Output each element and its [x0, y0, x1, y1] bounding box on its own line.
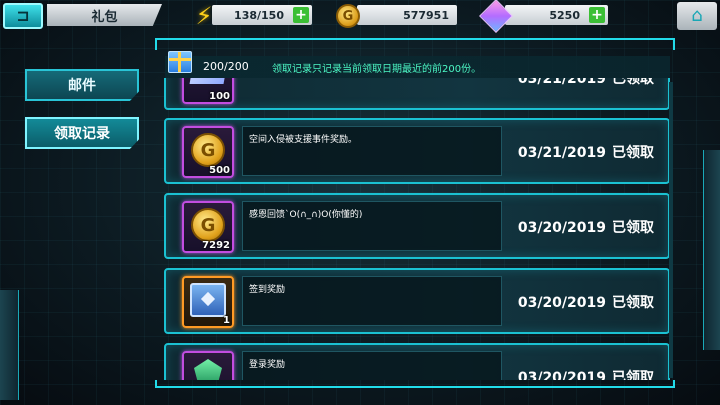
tab-mail-label: 邮件 — [68, 78, 96, 94]
item-quantity: 7292 — [202, 240, 230, 251]
records-list[interactable]: 100 03/21/2019 已领取 G 500 空间入侵被支援事件奖励。 03/… — [160, 78, 675, 380]
gold-coin-icon: G — [191, 133, 225, 167]
claim-status: 03/20/2019 已领取 — [518, 367, 654, 380]
claimed-label: 已领取 — [612, 145, 654, 161]
record-description: 空间入侵被支援事件奖励。 — [242, 126, 502, 176]
cube-item-icon — [189, 78, 229, 84]
item-slot[interactable]: G 500 — [182, 126, 234, 178]
energy-value: 138/150 — [234, 8, 284, 22]
claim-date: 03/21/2019 — [517, 145, 606, 161]
item-slot[interactable]: 1 — [182, 276, 234, 328]
claim-status: 03/20/2019 已领取 — [518, 292, 654, 312]
back-button[interactable]: ⊐ — [3, 3, 43, 29]
record-description: 感恩回馈`O(∩_∩)O(你懂的) — [242, 201, 502, 251]
top-bar: ⊐ 礼包 138/150 + ⚡ 577951 G 5250 + ⌂ — [0, 0, 720, 34]
records-notice: 领取记录只记录当前领取日期最近的前200份。 — [272, 64, 482, 75]
record-row: G 500 空间入侵被支援事件奖励。 03/21/2019 已领取 — [164, 118, 670, 184]
green-gem-icon — [194, 359, 222, 380]
title-plate: 礼包 — [47, 4, 162, 26]
item-quantity: 1 — [223, 315, 230, 326]
energy-bolt-icon: ⚡ — [195, 2, 213, 30]
left-frame-plate — [0, 290, 19, 400]
home-icon: ⌂ — [691, 5, 703, 26]
add-energy-button[interactable]: + — [293, 7, 309, 23]
list-panel-top-border — [155, 38, 675, 50]
record-row: 登录奖励 03/20/2019 已领取 — [164, 343, 670, 380]
record-row: 100 03/21/2019 已领取 — [164, 78, 670, 110]
claimed-label: 已领取 — [612, 220, 654, 236]
energy-counter: 138/150 + — [212, 5, 312, 25]
item-slot[interactable]: G 7292 — [182, 201, 234, 253]
tab-claim-records-label: 领取记录 — [54, 126, 110, 142]
claimed-label: 已领取 — [612, 78, 654, 87]
claim-date: 03/20/2019 — [517, 370, 606, 380]
record-description: 签到奖励 — [242, 276, 502, 326]
supply-crate-icon — [190, 283, 226, 317]
tab-mail[interactable]: 邮件 — [25, 69, 139, 101]
page-title: 礼包 — [91, 9, 118, 25]
claimed-label: 已领取 — [612, 295, 654, 311]
record-description: 登录奖励 — [242, 351, 502, 380]
add-crystal-button[interactable]: + — [589, 7, 605, 23]
records-count: 200/200 — [203, 60, 249, 73]
claim-date: 03/20/2019 — [517, 220, 606, 236]
gold-coin-icon: G — [333, 1, 363, 31]
gold-coin-icon: G — [191, 208, 225, 242]
gift-box-icon — [168, 51, 192, 73]
gold-counter: 577951 — [357, 5, 457, 25]
item-quantity: 500 — [209, 165, 230, 176]
claimed-label: 已领取 — [612, 370, 654, 380]
claim-status: 03/20/2019 已领取 — [518, 217, 654, 237]
claim-status: 03/21/2019 已领取 — [518, 142, 654, 162]
tab-claim-records[interactable]: 领取记录 — [25, 117, 139, 149]
gold-value: 577951 — [403, 8, 449, 22]
home-button[interactable]: ⌂ — [677, 2, 717, 30]
record-row: 1 签到奖励 03/20/2019 已领取 — [164, 268, 670, 334]
item-slot[interactable] — [182, 351, 234, 380]
claim-date: 03/21/2019 — [517, 78, 606, 87]
back-arrow-icon: ⊐ — [16, 6, 30, 25]
list-panel-bottom-border — [155, 380, 675, 388]
crystal-value: 5250 — [549, 8, 580, 22]
item-slot[interactable]: 100 — [182, 78, 234, 104]
crystal-cube-icon — [479, 0, 513, 33]
crystal-counter: 5250 + — [505, 5, 608, 25]
right-frame-plate — [703, 150, 720, 350]
item-quantity: 100 — [209, 91, 230, 102]
claim-date: 03/20/2019 — [517, 295, 606, 311]
record-row: G 7292 感恩回馈`O(∩_∩)O(你懂的) 03/20/2019 已领取 — [164, 193, 670, 259]
claim-status: 03/21/2019 已领取 — [518, 78, 654, 88]
list-scrollbar[interactable] — [669, 82, 673, 378]
